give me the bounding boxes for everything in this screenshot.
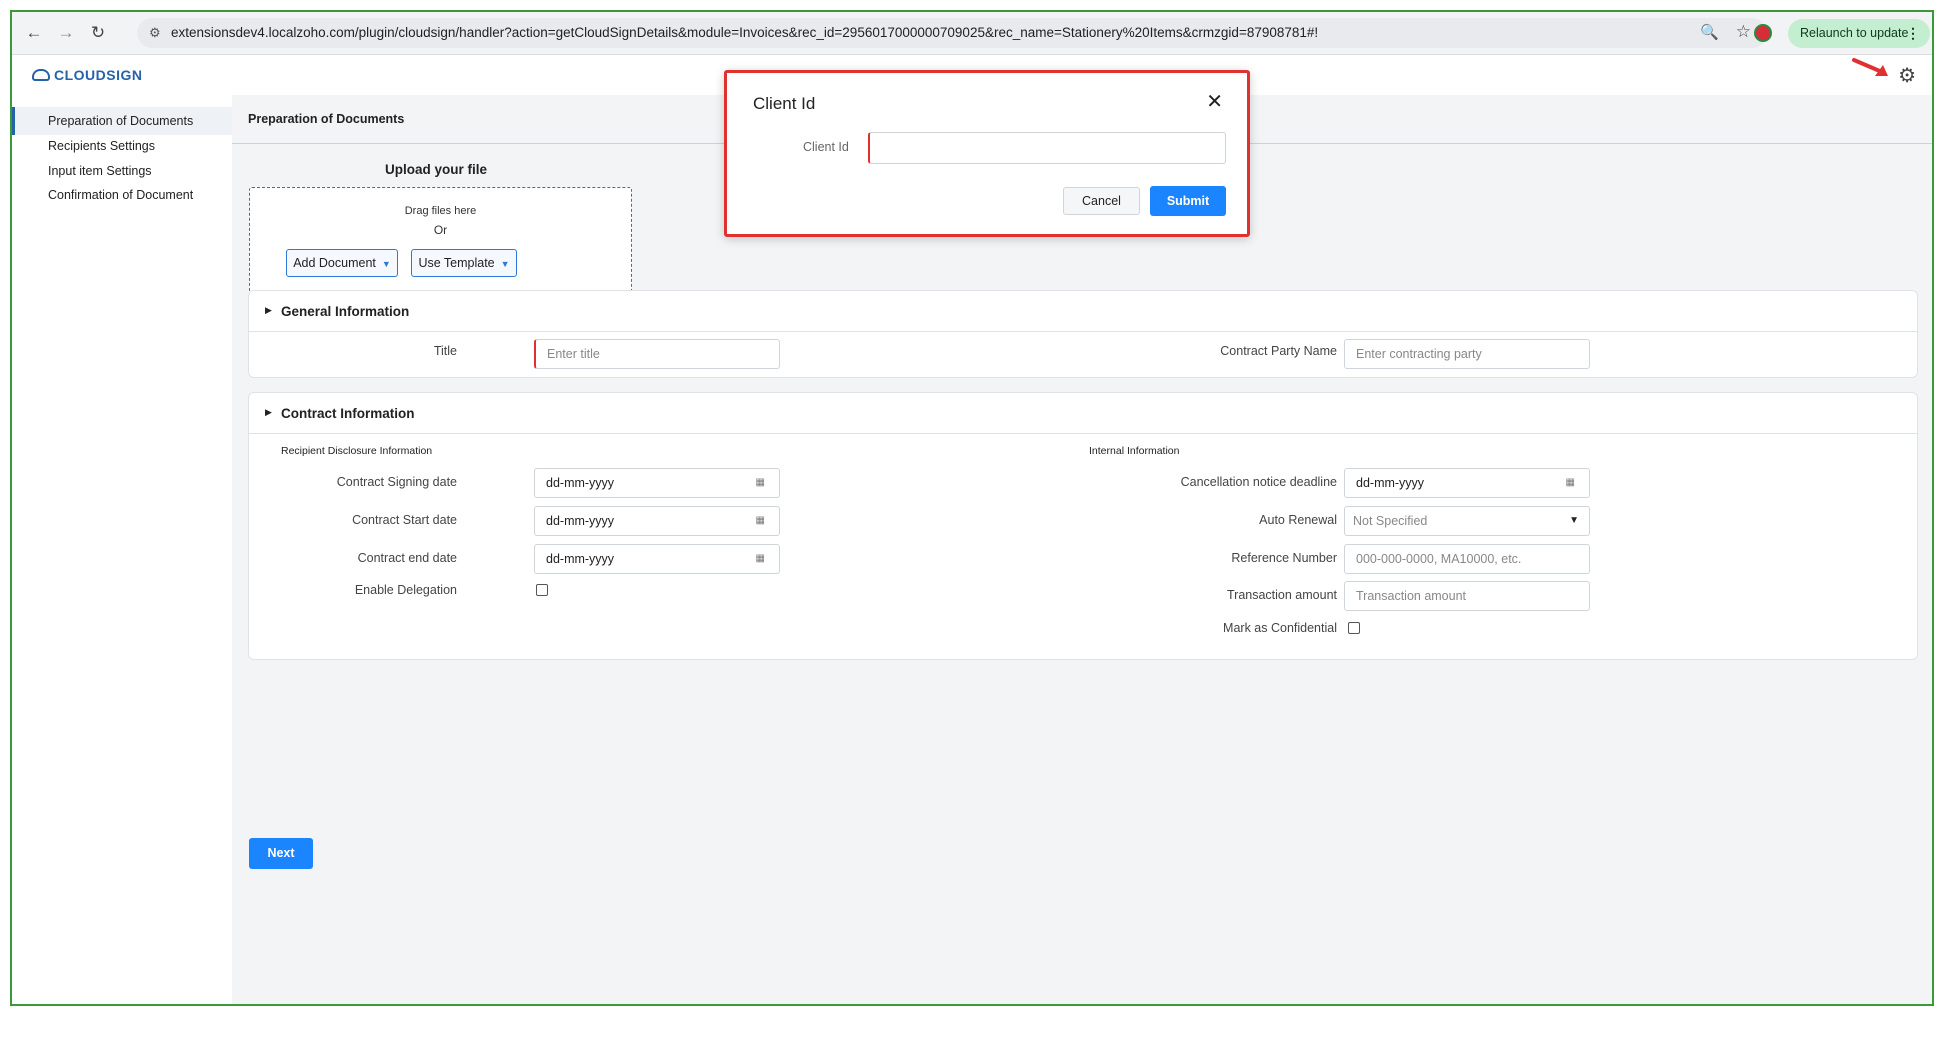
caret-down-icon: ▼	[500, 259, 510, 269]
triangle-right-icon: ▶	[265, 305, 272, 315]
or-text: Or	[433, 223, 448, 237]
sidebar-item-preparation[interactable]: Preparation of Documents	[12, 107, 232, 135]
mark-confidential-checkbox[interactable]	[1348, 622, 1360, 634]
submit-button[interactable]: Submit	[1150, 186, 1226, 216]
contract-information-header[interactable]: ▶ Contract Information	[249, 393, 1917, 434]
reference-number-label: Reference Number	[1231, 551, 1337, 565]
caret-down-icon: ▼	[381, 259, 391, 269]
transaction-amount-input[interactable]: Transaction amount	[1344, 581, 1590, 611]
sidebar-item-confirmation[interactable]: Confirmation of Document	[12, 181, 232, 209]
use-template-label: Use Template	[418, 256, 495, 270]
back-icon[interactable]: ←	[22, 21, 46, 45]
calendar-icon[interactable]: ▦	[1566, 469, 1575, 497]
client-id-input[interactable]	[868, 132, 1226, 164]
enable-delegation-checkbox[interactable]	[536, 584, 548, 596]
next-button[interactable]: Next	[249, 838, 313, 869]
contract-signing-date-input[interactable]: dd-mm-yyyy ▦	[534, 468, 780, 498]
site-info-icon[interactable]: ⚙	[149, 25, 161, 41]
mark-confidential-label: Mark as Confidential	[1223, 621, 1337, 635]
relaunch-button[interactable]: Relaunch to update ⋮	[1788, 19, 1930, 48]
calendar-icon[interactable]: ▦	[756, 507, 765, 535]
cloud-icon	[32, 69, 50, 81]
date-value: dd-mm-yyyy	[546, 552, 615, 566]
cloudsign-logo: CLOUDSIGN	[32, 67, 143, 83]
settings-gear-icon[interactable]: ⚙	[1898, 63, 1916, 88]
contract-party-label: Contract Party Name	[1220, 344, 1337, 358]
calendar-icon[interactable]: ▦	[756, 469, 765, 497]
date-value: dd-mm-yyyy	[546, 476, 615, 490]
profile-avatar-icon[interactable]	[1754, 24, 1772, 42]
contract-information-title: Contract Information	[281, 406, 415, 421]
close-icon[interactable]: ✕	[1206, 89, 1223, 114]
file-drop-zone[interactable]: Drag files here Or Add Document ▼ Use Tem…	[249, 187, 632, 300]
relaunch-label: Relaunch to update	[1800, 26, 1909, 40]
reload-icon[interactable]: ↻	[86, 21, 110, 45]
contract-end-date-input[interactable]: dd-mm-yyyy ▦	[534, 544, 780, 574]
modal-title: Client Id	[753, 94, 816, 113]
caret-down-icon: ▼	[1569, 515, 1579, 526]
recipient-disclosure-heading: Recipient Disclosure Information	[281, 445, 433, 457]
reference-number-input[interactable]: 000-000-0000, MA10000, etc.	[1344, 544, 1590, 574]
transaction-amount-label: Transaction amount	[1226, 588, 1337, 602]
sidebar-item-recipients[interactable]: Recipients Settings	[12, 132, 232, 160]
use-template-button[interactable]: Use Template ▼	[411, 249, 517, 277]
sidebar: Preparation of Documents Recipients Sett…	[12, 95, 232, 1004]
add-document-label: Add Document	[293, 256, 376, 270]
forward-icon[interactable]: →	[54, 21, 78, 45]
annotation-arrow-icon	[1852, 58, 1888, 76]
contract-information-panel: ▶ Contract Information Recipient Disclos…	[248, 392, 1918, 660]
calendar-icon[interactable]: ▦	[756, 545, 765, 573]
triangle-right-icon: ▶	[265, 407, 272, 417]
contract-signing-date-label: Contract Signing date	[336, 475, 457, 489]
browser-toolbar: ← → ↻ ⚙ extensionsdev4.localzoho.com/plu…	[12, 12, 1932, 55]
date-value: dd-mm-yyyy	[1356, 476, 1425, 490]
logo-text: CLOUDSIGN	[54, 67, 143, 83]
contract-end-date-label: Contract end date	[357, 551, 457, 565]
cancel-button[interactable]: Cancel	[1063, 187, 1140, 215]
url-text[interactable]: extensionsdev4.localzoho.com/plugin/clou…	[171, 25, 1318, 40]
client-id-label: Client Id	[803, 140, 849, 154]
auto-renewal-select[interactable]: Not Specified ▼	[1344, 506, 1590, 536]
contract-start-date-input[interactable]: dd-mm-yyyy ▦	[534, 506, 780, 536]
cancellation-deadline-input[interactable]: dd-mm-yyyy ▦	[1344, 468, 1590, 498]
bookmark-star-icon[interactable]: ☆	[1736, 22, 1751, 42]
window-frame: ← → ↻ ⚙ extensionsdev4.localzoho.com/plu…	[10, 10, 1934, 1006]
cancellation-deadline-label: Cancellation notice deadline	[1180, 475, 1337, 489]
drag-files-text: Drag files here	[404, 205, 477, 217]
address-bar[interactable]: ⚙ extensionsdev4.localzoho.com/plugin/cl…	[137, 18, 1767, 48]
date-value: dd-mm-yyyy	[546, 514, 615, 528]
add-document-button[interactable]: Add Document ▼	[286, 249, 398, 277]
title-label: Title	[433, 344, 457, 358]
general-information-header[interactable]: ▶ General Information	[249, 291, 1917, 332]
page-title: Preparation of Documents	[248, 112, 405, 126]
client-id-modal: Client Id ✕ Client Id Cancel Submit	[724, 70, 1250, 237]
title-input[interactable]: Enter title	[534, 339, 780, 369]
zoom-icon[interactable]: 🔍	[1700, 23, 1719, 41]
general-information-title: General Information	[281, 304, 410, 319]
contract-start-date-label: Contract Start date	[352, 513, 457, 527]
browser-menu-icon[interactable]: ⋮	[1906, 19, 1920, 48]
upload-title: Upload your file	[385, 162, 488, 177]
auto-renewal-label: Auto Renewal	[1259, 513, 1337, 527]
enable-delegation-label: Enable Delegation	[354, 583, 457, 597]
auto-renewal-value: Not Specified	[1353, 514, 1428, 528]
internal-information-heading: Internal Information	[1089, 445, 1180, 457]
contract-party-input[interactable]: Enter contracting party	[1344, 339, 1590, 369]
general-information-panel: ▶ General Information Title Enter title …	[248, 290, 1918, 378]
